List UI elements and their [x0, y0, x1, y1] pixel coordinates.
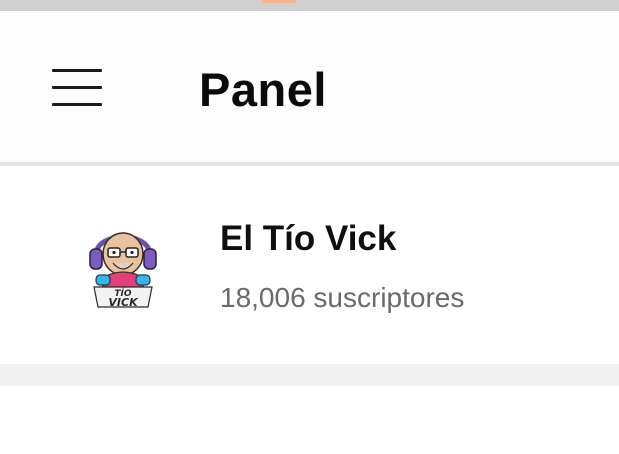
- page-title: Panel: [199, 63, 327, 116]
- status-indicator: [262, 0, 296, 3]
- section-separator: [0, 364, 619, 386]
- app-bar: Panel: [0, 11, 619, 162]
- avatar-illustration: TÍO VICK: [89, 232, 157, 309]
- status-bar: [0, 0, 619, 11]
- content-area: [0, 386, 619, 454]
- hamburger-menu-icon[interactable]: [44, 61, 110, 115]
- svg-text:VICK: VICK: [108, 296, 139, 309]
- menu-line: [52, 103, 102, 106]
- channel-name: El Tío Vick: [220, 219, 397, 258]
- menu-line: [52, 69, 102, 72]
- menu-line: [52, 86, 102, 89]
- channel-avatar[interactable]: TÍO VICK: [80, 221, 166, 311]
- subscriber-count: 18,006 suscriptores: [220, 282, 465, 313]
- channel-card[interactable]: TÍO VICK El Tío Vick 18,006 suscriptores: [0, 166, 619, 364]
